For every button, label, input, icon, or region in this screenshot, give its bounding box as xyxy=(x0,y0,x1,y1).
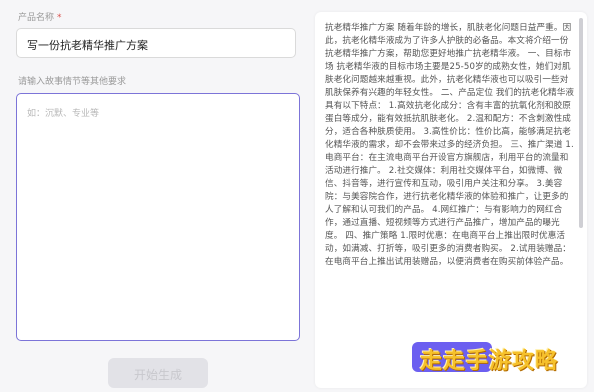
output-panel: 抗老精华推广方案 随着年龄的增长，肌肤老化问题日益严重。因此，抗老化精华液成为了… xyxy=(315,12,587,388)
story-placeholder: 如：沉默、专业等 xyxy=(27,109,100,119)
form-panel: 产品名称 * 写一份抗老精华推广方案 请输入故事情节等其他要求 如：沉默、专业等 … xyxy=(0,0,310,388)
story-label: 请输入故事情节等其他要求 xyxy=(18,77,127,87)
scrollbar[interactable] xyxy=(579,18,583,228)
watermark-logo: 走走手游攻略 xyxy=(420,349,559,374)
generate-button[interactable]: 开始生成 xyxy=(108,358,208,388)
generated-article: 抗老精华推广方案 随着年龄的增长，肌肤老化问题日益严重。因此，抗老化精华液成为了… xyxy=(325,23,575,267)
story-textarea[interactable]: 如：沉默、专业等 xyxy=(16,93,300,341)
product-name-label-text: 产品名称 xyxy=(18,13,55,23)
product-name-input[interactable]: 写一份抗老精华推广方案 xyxy=(16,28,296,58)
product-name-label: 产品名称 * xyxy=(18,10,62,23)
required-mark: * xyxy=(57,13,62,23)
